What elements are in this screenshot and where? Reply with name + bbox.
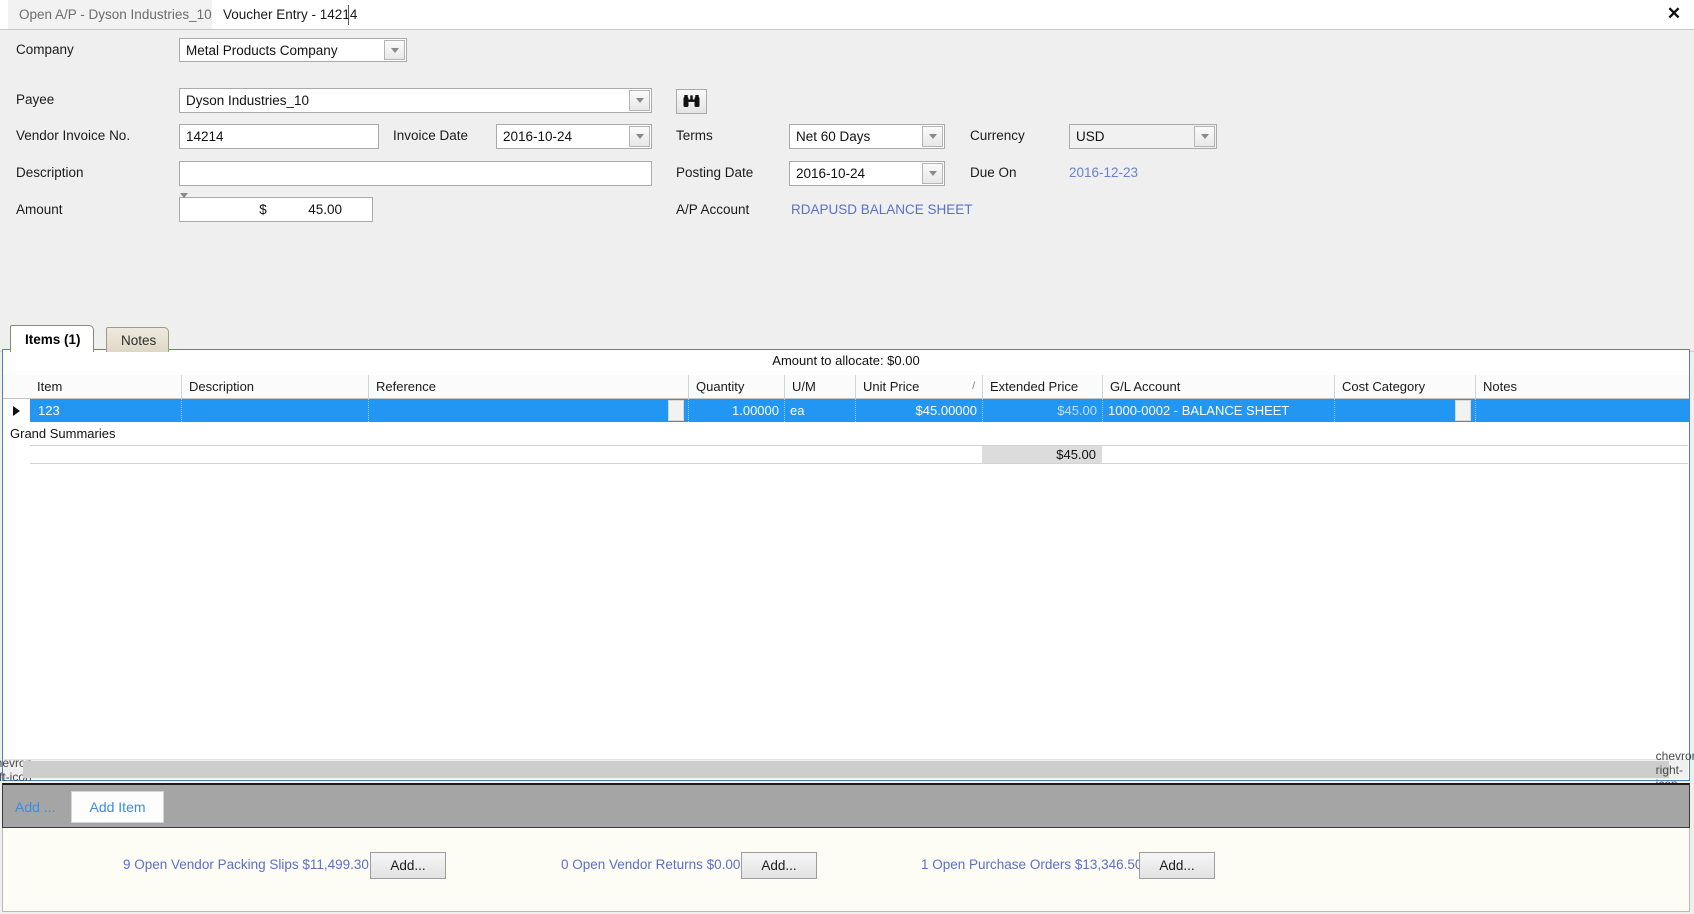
payee-find-button[interactable] (676, 89, 707, 114)
sort-indicator-icon: / (972, 381, 975, 392)
invoice-date-value: 2016-10-24 (503, 129, 573, 144)
company-select[interactable]: Metal Products Company (179, 38, 407, 62)
payee-select[interactable]: Dyson Industries_10 (179, 88, 652, 113)
chevron-down-icon[interactable] (384, 40, 405, 60)
add-packing-slip-button[interactable]: Add... (370, 852, 446, 879)
posting-date-select[interactable]: 2016-10-24 (789, 161, 945, 186)
tab-open-ap[interactable]: Open A/P - Dyson Industries_10 (8, 0, 224, 29)
column-header-extended-price[interactable]: Extended Price (982, 375, 1102, 399)
description-label: Description (16, 165, 84, 180)
voucher-header-form: Company Metal Products Company Payee Dys… (0, 30, 1694, 369)
currency-label: Currency (970, 128, 1025, 143)
chevron-down-icon[interactable] (922, 163, 943, 184)
due-on-label: Due On (970, 165, 1017, 180)
vendor-invoice-input[interactable]: 14214 (179, 124, 379, 149)
column-header-unit-price-label: Unit Price (863, 379, 920, 394)
payee-select-value: Dyson Industries_10 (186, 93, 310, 108)
cell-extended-price: $45.00 (982, 399, 1102, 422)
grand-summaries-extended-total: $45.00 (982, 446, 1102, 463)
close-icon[interactable]: ✕ (1662, 2, 1686, 26)
tab-open-ap-label: Open A/P - Dyson Industries_10 (19, 7, 212, 22)
tab-items[interactable]: Items (1) (10, 325, 94, 352)
column-header-um[interactable]: U/M (784, 375, 855, 399)
tab-voucher-entry[interactable]: Voucher Entry - 14214 (212, 0, 369, 29)
payee-label: Payee (16, 92, 55, 107)
voucher-entry-window: Open A/P - Dyson Industries_10 Voucher E… (0, 0, 1694, 914)
ap-account-label: A/P Account (676, 202, 750, 217)
description-input[interactable] (179, 161, 652, 186)
chevron-down-icon[interactable] (629, 126, 650, 147)
scrollbar-thumb[interactable] (23, 761, 1669, 778)
cost-category-edit-nub[interactable] (1455, 400, 1471, 421)
cell-um[interactable]: ea (784, 399, 855, 422)
add-item-button[interactable]: Add Item (71, 791, 164, 823)
posting-date-label: Posting Date (676, 165, 754, 180)
column-header-description[interactable]: Description (181, 375, 368, 399)
cell-description[interactable] (181, 399, 368, 422)
reference-edit-nub[interactable] (668, 400, 684, 421)
add-vendor-return-button[interactable]: Add... (741, 852, 817, 879)
chevron-left-icon[interactable]: chevron-left-icon (0, 756, 36, 784)
open-vendor-packing-slips-link[interactable]: 9 Open Vendor Packing Slips $11,499.30 (123, 857, 369, 872)
cell-notes[interactable] (1475, 399, 1689, 422)
terms-select-value: Net 60 Days (796, 129, 871, 144)
amount-value: 45.00 (308, 202, 342, 217)
items-grid-header-row: Item Description Reference Quantity U/M … (3, 375, 1689, 399)
add-toolbar: Add ... Add Item (2, 783, 1690, 828)
chevron-right-icon[interactable]: chevron-right-icon (1656, 749, 1694, 791)
items-grid-panel: Amount to allocate: $0.00 Item Descripti… (0, 349, 1694, 791)
chevron-down-icon[interactable] (1194, 126, 1215, 147)
tab-notes-label: Notes (121, 333, 157, 348)
tab-notes[interactable]: Notes (106, 327, 170, 352)
company-label: Company (16, 42, 74, 57)
terms-select[interactable]: Net 60 Days (789, 124, 945, 149)
due-on-value: 2016-12-23 (1069, 165, 1139, 180)
column-header-cost-category[interactable]: Cost Category (1334, 375, 1475, 399)
amount-to-allocate-text: Amount to allocate: $0.00 (772, 353, 920, 368)
invoice-date-select[interactable]: 2016-10-24 (496, 124, 652, 149)
amount-input[interactable]: $ 45.00 (179, 193, 373, 222)
cell-quantity[interactable]: 1.00000 (688, 399, 784, 422)
invoice-date-label: Invoice Date (393, 128, 469, 143)
cell-gl-account[interactable]: 1000-0002 - BALANCE SHEET (1102, 399, 1334, 422)
grid-horizontal-scrollbar[interactable]: chevron-left-icon chevron-right-icon (0, 749, 1694, 791)
vendor-invoice-label: Vendor Invoice No. (16, 128, 131, 143)
cell-cost-category[interactable] (1334, 399, 1455, 422)
grid-tab-strip: Items (1) Notes (0, 322, 1694, 352)
column-header-unit-price[interactable]: Unit Price / (855, 375, 982, 399)
column-header-item[interactable]: Item (30, 375, 181, 399)
currency-select[interactable]: USD (1069, 124, 1217, 149)
chevron-down-icon[interactable] (922, 126, 943, 147)
terms-label: Terms (676, 128, 713, 143)
company-select-value: Metal Products Company (186, 42, 338, 58)
add-purchase-order-button[interactable]: Add... (1139, 852, 1215, 879)
ap-account-value[interactable]: RDAPUSD BALANCE SHEET (791, 202, 973, 218)
column-header-notes[interactable]: Notes (1475, 375, 1689, 399)
tab-items-label: Items (1) (25, 332, 81, 347)
column-header-reference[interactable]: Reference (368, 375, 688, 399)
currency-select-value: USD (1076, 129, 1105, 144)
cell-reference[interactable] (368, 399, 668, 422)
open-purchase-orders-link[interactable]: 1 Open Purchase Orders $13,346.50 (921, 857, 1142, 872)
row-selector-arrow-icon[interactable] (3, 399, 30, 422)
grand-summaries-label: Grand Summaries (3, 424, 116, 444)
cell-unit-price[interactable]: $45.00000 (855, 399, 982, 422)
tab-text-cursor (348, 5, 349, 25)
grand-summaries-row: $45.00 (30, 445, 1688, 464)
amount-label: Amount (16, 202, 63, 217)
window-tab-strip: Open A/P - Dyson Industries_10 Voucher E… (0, 0, 1694, 30)
column-header-gl-account[interactable]: G/L Account (1102, 375, 1334, 399)
tab-voucher-entry-label: Voucher Entry - 14214 (223, 7, 358, 22)
cell-item[interactable]: 123 (33, 399, 181, 422)
chevron-down-icon[interactable] (629, 90, 650, 111)
binoculars-icon (683, 95, 700, 107)
add-link[interactable]: Add ... (15, 799, 55, 815)
table-row[interactable]: 123 1.00000 ea $45.00000 $45.00 1000-000… (3, 399, 1689, 422)
column-header-quantity[interactable]: Quantity (688, 375, 784, 399)
posting-date-value: 2016-10-24 (796, 166, 866, 181)
open-vendor-returns-link[interactable]: 0 Open Vendor Returns $0.00 (561, 857, 740, 872)
related-documents-footer: 9 Open Vendor Packing Slips $11,499.30 A… (2, 828, 1690, 912)
